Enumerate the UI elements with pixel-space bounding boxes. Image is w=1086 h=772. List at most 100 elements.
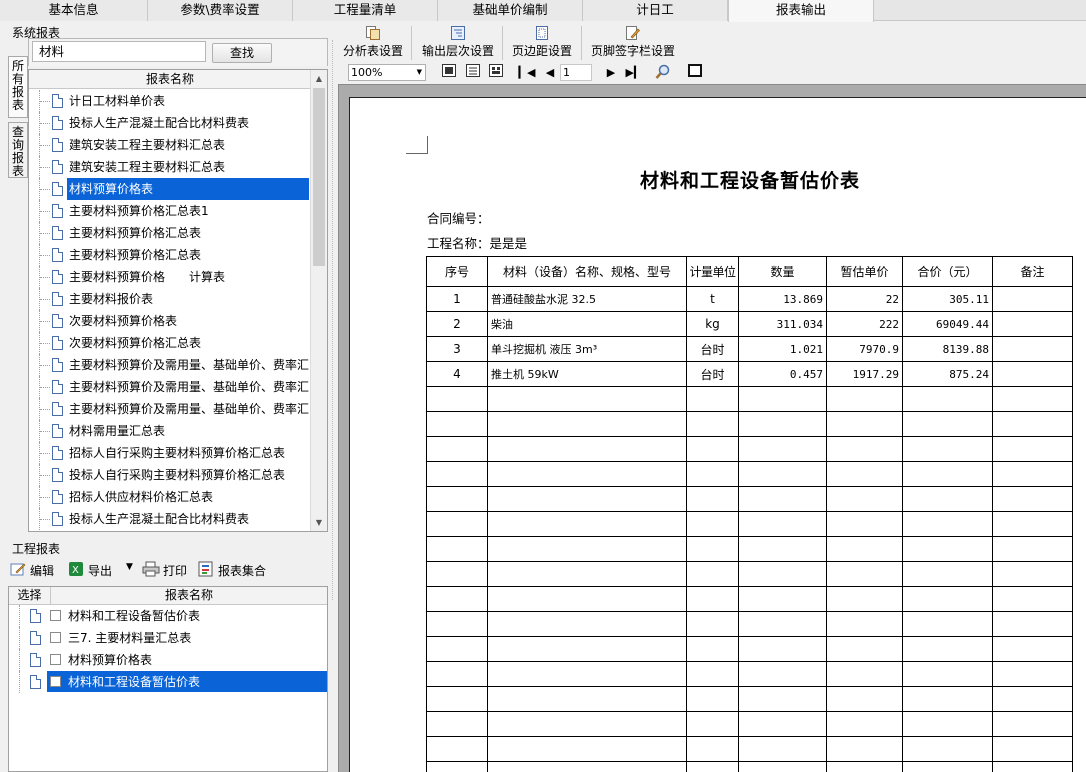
column-header-select: 选择 [9, 587, 51, 605]
report-list-item[interactable]: 建筑安装工程主要材料汇总表 [29, 134, 310, 156]
report-list-item[interactable]: 投标人自行采购主要材料预算价格汇总表 [29, 464, 310, 486]
table-cell: 22 [826, 286, 903, 312]
column-header: 序号 [426, 256, 488, 287]
report-list-item[interactable]: 次要材料预算价格汇总表 [29, 332, 310, 354]
report-list-item-label: 招标人供应材料价格汇总表 [69, 490, 214, 504]
multi-page-view-icon[interactable] [464, 64, 482, 81]
svg-text:X: X [72, 565, 79, 576]
analysis-settings-button[interactable]: 分析表设置 [340, 22, 406, 62]
document-icon [52, 490, 63, 504]
search-zoom-icon[interactable] [654, 64, 672, 81]
table-row: 1 普通硅酸盐水泥 32.5 t 13.869 22 305.11 [426, 286, 1073, 312]
page-number-input[interactable]: 1 [560, 64, 592, 81]
edit-icon [10, 561, 26, 577]
report-list-item-label: 计日工材料单价表 [69, 94, 166, 108]
tab-base-unit-price[interactable]: 基础单价编制 [438, 0, 583, 21]
tab-bill-quantities[interactable]: 工程量清单 [293, 0, 438, 21]
tab-report-output[interactable]: 报表输出 [728, 0, 874, 22]
document-icon [52, 424, 63, 438]
report-list-item[interactable]: 主要材料预算价格 计算表 [29, 266, 310, 288]
single-page-view-icon[interactable] [440, 64, 458, 81]
tab-all-reports[interactable]: 所 有 报 表 [8, 56, 28, 118]
next-page-icon[interactable]: ▶ [602, 64, 620, 81]
tab-basic-info[interactable]: 基本信息 [0, 0, 148, 21]
scroll-down-icon[interactable]: ▼ [311, 514, 327, 531]
project-report-row[interactable]: 材料预算价格表 [9, 649, 327, 671]
tab-daywork[interactable]: 计日工 [583, 0, 728, 21]
scrollbar[interactable]: ▲ ▼ [310, 70, 327, 531]
table-cell: 4 [426, 361, 488, 387]
page-width-view-icon[interactable] [487, 64, 505, 81]
page-margin-settings-button[interactable]: 页边距设置 [508, 22, 576, 62]
document-icon [30, 609, 41, 623]
report-list-item[interactable]: 主要材料预算价格汇总表 [29, 222, 310, 244]
document-icon [52, 468, 63, 482]
column-header: 备注 [992, 256, 1073, 287]
tab-params-rates[interactable]: 参数\费率设置 [148, 0, 293, 21]
report-list-item[interactable]: 主要材料预算价格汇总表1 [29, 200, 310, 222]
row-checkbox[interactable] [50, 676, 61, 687]
panel-splitter[interactable] [330, 40, 336, 600]
scroll-up-icon[interactable]: ▲ [311, 70, 327, 87]
scroll-thumb[interactable] [313, 88, 325, 266]
footer-signature-settings-button[interactable]: 页脚签字栏设置 [588, 22, 678, 62]
table-cell [992, 361, 1073, 387]
previous-page-icon[interactable]: ◀ [541, 64, 559, 81]
column-header: 暂估单价 [826, 256, 903, 287]
edit-button[interactable]: 编辑 [30, 562, 54, 579]
table-row: 4 推土机 59kW 台时 0.457 1917.29 875.24 [426, 361, 1073, 387]
report-list-item[interactable]: 次要材料预算价格表 [29, 310, 310, 332]
report-list-item[interactable]: 主要材料预算价及需用量、基础单价、费率汇 [29, 398, 310, 420]
document-icon [52, 292, 63, 306]
full-screen-icon[interactable] [686, 64, 704, 81]
report-list-item[interactable]: 招标人供应材料价格汇总表 [29, 486, 310, 508]
report-list-item-label: 投标人生产混凝土配合比材料费表 [69, 116, 250, 130]
project-report-row[interactable]: 材料和工程设备暂估价表 [9, 605, 327, 627]
export-dropdown-icon[interactable]: ▼ [126, 562, 133, 572]
report-list-item[interactable]: 主要材料预算价及需用量、基础单价、费率汇 [29, 376, 310, 398]
report-list-item[interactable]: 投标人生产混凝土配合比材料费表 [29, 508, 310, 530]
report-list-item-label: 主要材料预算价格汇总表 [69, 226, 202, 240]
report-search-input[interactable]: 材料 [32, 41, 206, 62]
report-list-item[interactable]: 计日工材料单价表 [29, 90, 310, 112]
report-list-item-label: 主要材料预算价格 计算表 [69, 270, 226, 284]
tab-query-reports[interactable]: 查 询 报 表 [8, 122, 28, 178]
document-icon [52, 446, 63, 460]
empty-table-row [426, 511, 1073, 537]
export-button[interactable]: 导出 [88, 562, 112, 579]
report-list-item[interactable]: 材料需用量汇总表 [29, 420, 310, 442]
report-list-item[interactable]: 招标人自行采购主要材料预算价格汇总表 [29, 442, 310, 464]
report-list-item-label: 次要材料预算价格表 [69, 314, 178, 328]
row-checkbox[interactable] [50, 632, 61, 643]
table-cell: kg [686, 311, 739, 337]
document-icon [52, 204, 63, 218]
empty-table-row [426, 561, 1073, 587]
row-checkbox[interactable] [50, 610, 61, 621]
report-list-item[interactable]: 建筑安装工程主要材料汇总表 [29, 156, 310, 178]
zoom-select[interactable]: 100% ▼ [348, 64, 426, 81]
last-page-icon[interactable]: ▶▎ [625, 64, 643, 81]
table-cell: 台时 [686, 336, 739, 362]
first-page-icon[interactable]: ▎◀ [518, 64, 536, 81]
print-button[interactable]: 打印 [163, 562, 187, 579]
row-checkbox[interactable] [50, 654, 61, 665]
empty-table-row [426, 686, 1073, 712]
table-cell: 1 [426, 286, 488, 312]
document-icon [52, 380, 63, 394]
table-cell: 0.457 [738, 361, 827, 387]
document-icon [52, 182, 63, 196]
report-list-item[interactable]: 材料预算价格表 [29, 178, 310, 200]
report-collection-button[interactable]: 报表集合 [218, 562, 266, 579]
report-list-item-label: 主要材料预算价及需用量、基础单价、费率汇 [69, 358, 310, 372]
report-list-item[interactable]: 主要材料预算价及需用量、基础单价、费率汇 [29, 354, 310, 376]
report-list-item-label: 材料需用量汇总表 [69, 424, 166, 438]
report-list-item[interactable]: 主要材料预算价格汇总表 [29, 244, 310, 266]
report-list-item[interactable]: 投标人生产混凝土配合比材料费表 [29, 112, 310, 134]
search-button[interactable]: 查找 [212, 43, 272, 63]
document-icon [52, 358, 63, 372]
project-report-row[interactable]: 材料和工程设备暂估价表 [9, 671, 327, 693]
output-level-settings-button[interactable]: 输出层次设置 [418, 22, 498, 62]
project-report-row[interactable]: 三7. 主要材料量汇总表 [9, 627, 327, 649]
project-report-list: 选择 报表名称 材料和工程设备暂估价表 三7. 主要材料量汇总表 材料预算价格表 材料… [8, 586, 328, 772]
report-list-item[interactable]: 主要材料报价表 [29, 288, 310, 310]
